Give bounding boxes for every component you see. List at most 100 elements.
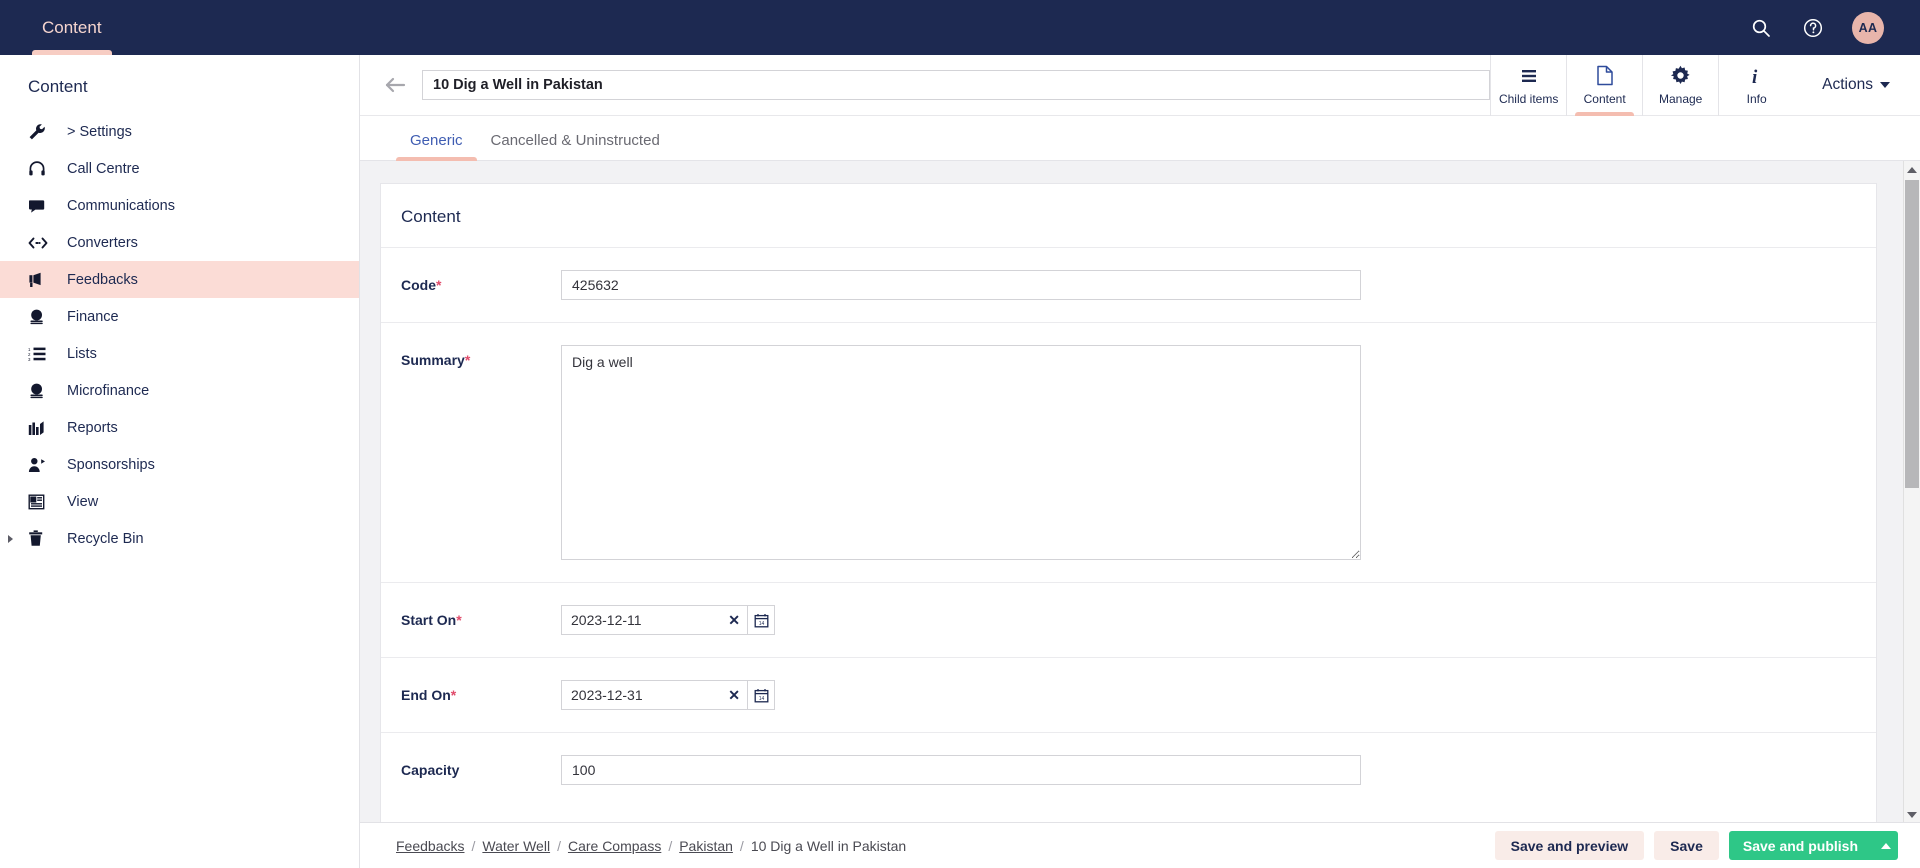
page-title-input[interactable]: [422, 70, 1491, 100]
sidebar-item-lists[interactable]: 1 2 3 Lists: [0, 335, 359, 372]
field-label-summary: Summary*: [401, 345, 561, 368]
coin-stack-icon: S: [28, 307, 54, 327]
navbar-tab-label: Content: [42, 17, 102, 37]
help-circle-icon[interactable]: [1800, 15, 1826, 41]
svg-text:i: i: [1752, 67, 1758, 87]
breadcrumb-item-care-compass[interactable]: Care Compass: [568, 838, 661, 854]
tool-label: Info: [1746, 91, 1767, 106]
numbered-list-icon: 1 2 3: [28, 344, 54, 364]
breadcrumb-separator: /: [471, 837, 476, 854]
scroll-up-arrow-icon[interactable]: [1904, 161, 1920, 178]
sidebar-item-label: Communications: [67, 197, 175, 214]
actions-dropdown[interactable]: Actions: [1794, 55, 1920, 116]
field-row-summary: Summary* Dig a well: [381, 323, 1876, 583]
start-on-input-wrap: ✕: [561, 605, 747, 635]
end-on-input[interactable]: [561, 680, 747, 710]
sidebar-item-feedbacks[interactable]: Feedbacks: [0, 261, 359, 298]
tool-active-indicator: [1575, 111, 1635, 116]
save-and-publish-caret-button[interactable]: [1872, 831, 1898, 860]
sidebar-item-view[interactable]: View: [0, 483, 359, 520]
tool-info[interactable]: i Info: [1718, 54, 1794, 116]
info-italic-icon: i: [1749, 65, 1765, 87]
sidebar-item-reports[interactable]: Reports: [0, 409, 359, 446]
breadcrumb-item-pakistan[interactable]: Pakistan: [679, 838, 733, 854]
sidebar: Content > Settings Call Centre Communica…: [0, 55, 360, 868]
chevron-down-icon: [1880, 82, 1890, 88]
sidebar-item-converters[interactable]: Converters: [0, 224, 359, 261]
label-text: Start On: [401, 612, 457, 628]
sidebar-item-label: Feedbacks: [67, 271, 138, 288]
code-arrows-icon: [28, 233, 54, 253]
hamburger-icon: [1519, 65, 1539, 87]
scrollbar-thumb[interactable]: [1905, 180, 1919, 488]
breadcrumb-separator: /: [668, 837, 673, 854]
start-on-input[interactable]: [561, 605, 747, 635]
tool-manage[interactable]: Manage: [1642, 54, 1718, 116]
tab-label: Generic: [410, 132, 463, 149]
breadcrumb-item-water-well[interactable]: Water Well: [482, 838, 550, 854]
top-navbar: Content AA: [0, 0, 1920, 55]
expand-caret-icon[interactable]: [8, 534, 13, 543]
page-header: Child items Content: [360, 54, 1920, 116]
tool-content[interactable]: Content: [1566, 54, 1642, 116]
svg-text:1: 1: [35, 387, 39, 394]
save-and-publish-split-button: Save and publish: [1728, 831, 1898, 860]
navbar-tab-content[interactable]: Content: [32, 0, 112, 55]
tool-label: Manage: [1658, 91, 1703, 106]
sidebar-item-label: Finance: [67, 308, 119, 325]
arrow-left-icon[interactable]: [380, 70, 410, 100]
footer-bar: Feedbacks / Water Well / Care Compass / …: [360, 822, 1920, 868]
speech-bubble-icon: [28, 196, 54, 216]
sidebar-item-settings[interactable]: > Settings: [0, 113, 359, 150]
end-on-date-group: ✕ 14: [561, 680, 775, 710]
coin-stack-icon: 1: [28, 381, 54, 401]
breadcrumb: Feedbacks / Water Well / Care Compass / …: [396, 838, 906, 854]
label-text: Summary: [401, 352, 465, 368]
tab-generic[interactable]: Generic: [396, 132, 477, 161]
svg-text:14: 14: [758, 696, 764, 702]
start-on-calendar-button[interactable]: 14: [747, 605, 775, 635]
field-label-capacity: Capacity: [401, 755, 561, 778]
end-on-calendar-button[interactable]: 14: [747, 680, 775, 710]
field-row-code: Code*: [381, 248, 1876, 323]
close-x-icon[interactable]: ✕: [728, 605, 740, 635]
summary-textarea[interactable]: Dig a well: [561, 345, 1361, 560]
save-and-preview-button[interactable]: Save and preview: [1494, 831, 1645, 860]
sidebar-item-label: Recycle Bin: [67, 530, 144, 547]
gear-icon: [1670, 65, 1691, 87]
vertical-scrollbar[interactable]: [1903, 161, 1920, 823]
form-scroll-area: Content Code* Summary* Dig a well Start …: [360, 161, 1920, 823]
footer-buttons: Save and preview Save Save and publish: [1494, 831, 1898, 860]
tool-child-items[interactable]: Child items: [1490, 54, 1566, 116]
search-icon[interactable]: [1748, 15, 1774, 41]
code-input[interactable]: [561, 270, 1361, 300]
breadcrumb-separator: /: [557, 837, 561, 854]
sidebar-item-finance[interactable]: S Finance: [0, 298, 359, 335]
sidebar-item-communications[interactable]: Communications: [0, 187, 359, 224]
label-text: Capacity: [401, 762, 460, 778]
sidebar-item-sponsorships[interactable]: Sponsorships: [0, 446, 359, 483]
start-on-date-group: ✕ 14: [561, 605, 775, 635]
wrench-icon: [28, 122, 54, 142]
sidebar-item-call-centre[interactable]: Call Centre: [0, 150, 359, 187]
field-label-start-on: Start On*: [401, 605, 561, 628]
scroll-down-arrow-icon[interactable]: [1904, 806, 1920, 823]
label-text: Code: [401, 277, 436, 293]
sidebar-item-label: Converters: [67, 234, 138, 251]
card-title: Content: [381, 184, 1876, 248]
svg-text:14: 14: [758, 621, 764, 627]
save-button[interactable]: Save: [1654, 831, 1719, 860]
sidebar-item-recycle-bin[interactable]: Recycle Bin: [0, 520, 359, 557]
breadcrumb-item-feedbacks[interactable]: Feedbacks: [396, 838, 464, 854]
avatar[interactable]: AA: [1852, 11, 1884, 44]
tab-cancelled-uninstructed[interactable]: Cancelled & Uninstructed: [477, 132, 674, 160]
close-x-icon[interactable]: ✕: [728, 680, 740, 710]
sidebar-item-microfinance[interactable]: 1 Microfinance: [0, 372, 359, 409]
svg-text:S: S: [34, 313, 39, 320]
capacity-input[interactable]: [561, 755, 1361, 785]
save-and-publish-button[interactable]: Save and publish: [1728, 831, 1872, 860]
sidebar-item-label: Call Centre: [67, 160, 140, 177]
article-icon: [28, 492, 54, 512]
sidebar-item-label: Lists: [67, 345, 97, 362]
caret-up-icon: [1880, 842, 1891, 849]
